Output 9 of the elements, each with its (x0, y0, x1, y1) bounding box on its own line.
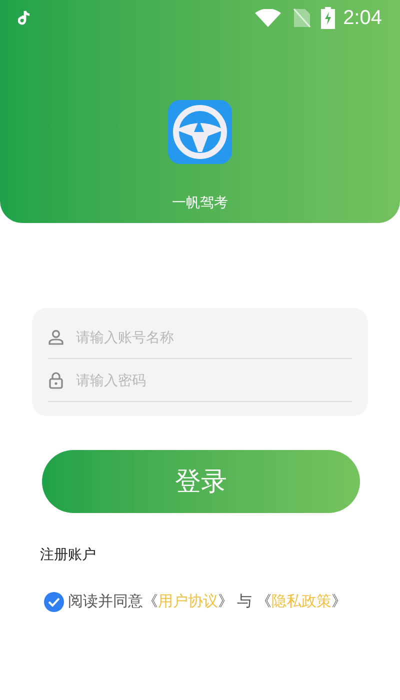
agreement-text: 阅读并同意《用户协议》 与 《隐私政策》 (68, 592, 346, 612)
login-button[interactable]: 登录 (42, 450, 360, 513)
policy-link[interactable]: 隐私政策 (271, 593, 332, 610)
policy-link[interactable]: 用户协议 (158, 593, 218, 610)
clock-time: 2:04 (343, 6, 382, 31)
register-link[interactable]: 注册账户 (40, 546, 96, 562)
app-name: 一帆驾考 (172, 193, 228, 212)
username-field[interactable]: 请输入账号名称 (76, 326, 352, 348)
password-field[interactable]: 请输入密码 (76, 370, 352, 390)
